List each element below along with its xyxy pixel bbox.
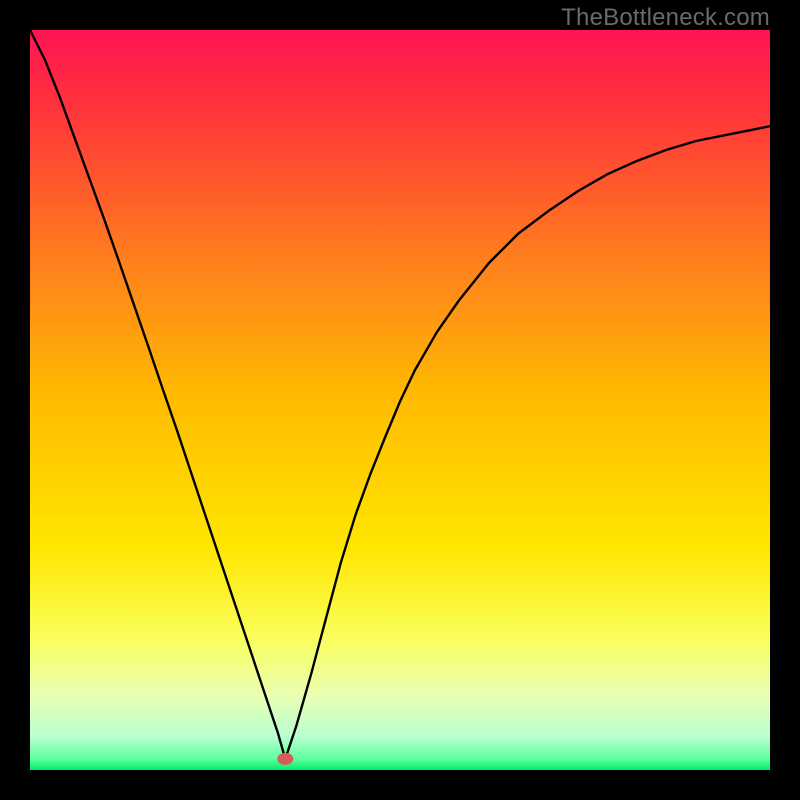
plot-area <box>30 30 770 770</box>
watermark-text: TheBottleneck.com <box>561 4 770 32</box>
chart-curve <box>30 30 770 770</box>
chart-frame: TheBottleneck.com <box>0 0 800 800</box>
